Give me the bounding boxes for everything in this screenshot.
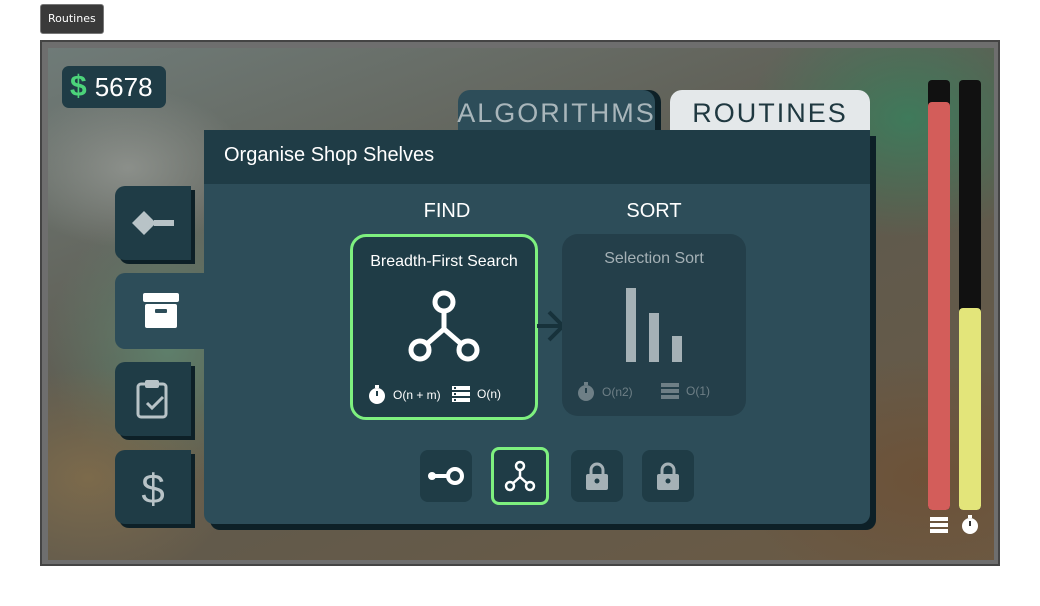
sidebar-item-tasks[interactable]: [115, 362, 191, 436]
time-complexity-value: O(n + m): [393, 388, 441, 402]
lock-icon: [586, 462, 608, 490]
panel-header: Organise Shop Shelves: [204, 130, 870, 184]
graph-branch-icon: [408, 290, 480, 362]
sidebar-item-shop[interactable]: $: [115, 450, 191, 524]
algo-option-locked-2[interactable]: [642, 450, 694, 502]
memory-stack-icon: [452, 386, 470, 402]
sort-space-complexity: O(1): [660, 382, 710, 400]
sidebar-item-paths[interactable]: [115, 186, 191, 260]
find-label: FIND: [423, 200, 471, 222]
space-meter: [928, 80, 950, 510]
money-display: $ 5678: [62, 66, 166, 108]
linear-search-icon: [428, 467, 464, 485]
stopwatch-icon: [959, 514, 981, 536]
sort-algorithm-name: Selection Sort: [604, 250, 704, 267]
sort-time-complexity-value: O(n2): [602, 385, 633, 399]
svg-text:$: $: [141, 465, 164, 511]
routine-panel: Organise Shop Shelves FIND SORT Breadth-…: [204, 130, 870, 524]
sidebar-item-routines[interactable]: [115, 273, 207, 349]
algo-option-linear-search[interactable]: [420, 450, 472, 502]
graph-branch-icon: [504, 460, 536, 492]
lock-icon: [657, 462, 679, 490]
algo-option-locked-1[interactable]: [571, 450, 623, 502]
find-algorithm-card[interactable]: Breadth-First Search O(n + m) O(n): [350, 234, 538, 420]
tab-algorithms-label: ALGORITHMS: [457, 97, 656, 128]
time-meter-fill: [959, 307, 981, 510]
space-complexity-value: O(n): [477, 387, 501, 401]
space-complexity: O(n): [451, 385, 501, 403]
time-meter: [959, 80, 981, 510]
memory-stack-icon: [928, 514, 950, 536]
sort-label: SORT: [626, 200, 682, 222]
space-meter-fill: [928, 101, 950, 510]
archive-box-icon: [143, 293, 179, 328]
sort-time-complexity: O(n2): [576, 382, 633, 402]
routine-title: Organise Shop Shelves: [224, 144, 435, 166]
memory-stack-icon: [661, 383, 679, 399]
money-amount: 5678: [94, 71, 153, 102]
stopwatch-icon: [369, 385, 385, 404]
time-complexity: O(n + m): [367, 385, 441, 405]
bars-descending-icon: [626, 288, 682, 362]
clipboard-check-icon: [136, 380, 168, 419]
algo-option-breadth-first[interactable]: [491, 447, 549, 505]
window-title: Routines: [40, 4, 104, 34]
stopwatch-icon: [578, 382, 594, 401]
sort-algorithm-card[interactable]: Selection Sort O(n2) O(1): [562, 234, 746, 416]
diamond-path-icon: [132, 211, 174, 235]
dollar-icon: $: [70, 70, 87, 103]
find-algorithm-name: Breadth-First Search: [370, 253, 518, 270]
sort-space-complexity-value: O(1): [686, 384, 710, 398]
tab-routines-label: ROUTINES: [692, 97, 848, 128]
dollar-icon: $: [141, 465, 164, 511]
